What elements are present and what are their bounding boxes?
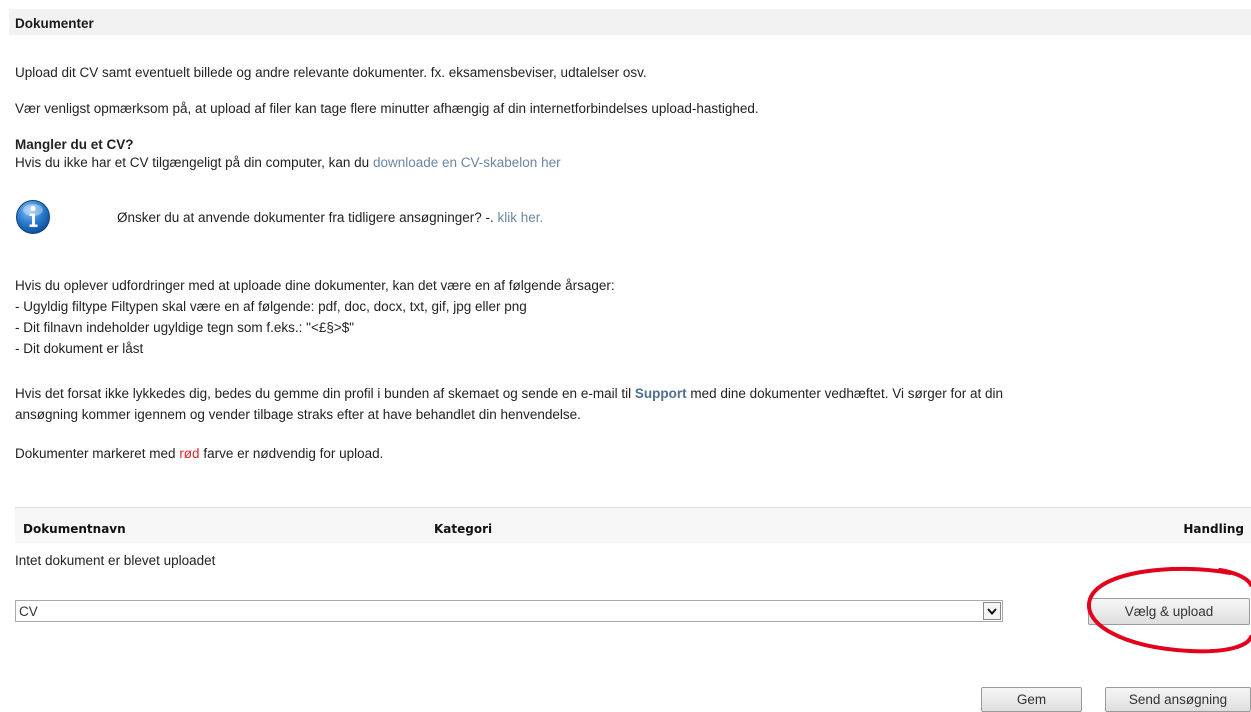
support-text-line-2: ansøgning kommer igennem og vender tilba… <box>15 407 581 422</box>
required-note-after: farve er nødvendig for upload. <box>199 446 384 461</box>
category-select-value: CV <box>19 604 38 619</box>
support-link[interactable]: Support <box>635 386 687 401</box>
missing-cv-text: Hvis du ikke har et CV tilgængeligt på d… <box>15 155 561 170</box>
send-application-button[interactable]: Send ansøgning <box>1105 687 1251 712</box>
required-note: Dokumenter markeret med rød farve er nød… <box>15 446 383 461</box>
troubleshoot-item: - Dit filnavn indeholder ugyldige tegn s… <box>15 320 355 335</box>
section-title: Dokumenter <box>15 16 94 31</box>
troubleshoot-item: - Dit dokument er låst <box>15 341 144 356</box>
documents-table-header: Dokumentnavn Kategori Handling <box>15 507 1251 543</box>
support-text-after: med dine dokumenter vedhæftet. Vi sørger… <box>686 386 1003 401</box>
missing-cv-label: Hvis du ikke har et CV tilgængeligt på d… <box>15 155 373 170</box>
previous-documents-label: Ønsker du at anvende dokumenter fra tidl… <box>117 210 498 225</box>
info-icon <box>16 200 50 234</box>
missing-cv-heading: Mangler du et CV? <box>15 137 134 152</box>
support-text-before: Hvis det forsat ikke lykkedes dig, bedes… <box>15 386 635 401</box>
column-header-category: Kategori <box>434 522 493 536</box>
support-text: Hvis det forsat ikke lykkedes dig, bedes… <box>15 386 1003 401</box>
column-header-document-name: Dokumentnavn <box>23 522 126 536</box>
previous-documents-text: Ønsker du at anvende dokumenter fra tidl… <box>117 210 543 225</box>
required-note-before: Dokumenter markeret med <box>15 446 180 461</box>
cv-template-link[interactable]: downloade en CV-skabelon her <box>373 155 561 170</box>
intro-text-1: Upload dit CV samt eventuelt billede og … <box>15 65 647 80</box>
column-header-action: Handling <box>1183 522 1244 536</box>
empty-table-text: Intet dokument er blevet uploadet <box>15 553 216 568</box>
troubleshoot-intro: Hvis du oplever udfordringer med at uplo… <box>15 278 615 293</box>
section-header: Dokumenter <box>9 9 1251 35</box>
intro-text-2: Vær venligst opmærksom på, at upload af … <box>15 101 759 116</box>
choose-and-upload-button[interactable]: Vælg & upload <box>1088 598 1250 625</box>
chevron-down-icon[interactable] <box>983 602 1001 620</box>
previous-documents-link[interactable]: klik her. <box>497 210 543 225</box>
required-note-red-word: rød <box>179 446 200 461</box>
category-select[interactable]: CV <box>15 600 1003 622</box>
troubleshoot-item: - Ugyldig filtype Filtypen skal være en … <box>15 299 527 314</box>
save-button[interactable]: Gem <box>981 687 1082 712</box>
